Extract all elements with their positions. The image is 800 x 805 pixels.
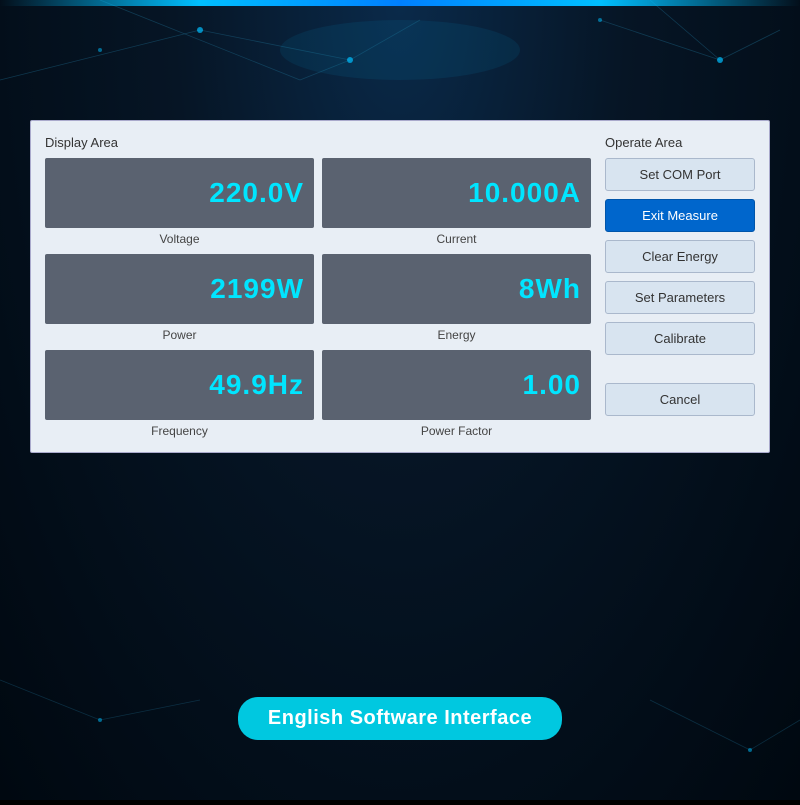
display-area: Display Area 220.0V Voltage 10.000A Curr… — [45, 135, 591, 438]
frequency-label: Frequency — [151, 424, 208, 438]
exit-measure-button[interactable]: Exit Measure — [605, 199, 755, 232]
voltage-label: Voltage — [159, 232, 199, 246]
operate-area: Operate Area Set COM Port Exit Measure C… — [605, 135, 755, 438]
set-parameters-button[interactable]: Set Parameters — [605, 281, 755, 314]
frequency-cell: 49.9Hz Frequency — [45, 350, 314, 438]
cancel-button[interactable]: Cancel — [605, 383, 755, 416]
button-spacer — [605, 363, 755, 375]
bottom-label-container: English Software Interface — [0, 697, 800, 740]
energy-label: Energy — [437, 328, 475, 342]
current-value: 10.000A — [468, 177, 581, 209]
power-display: 2199W — [45, 254, 314, 324]
energy-cell: 8Wh Energy — [322, 254, 591, 342]
voltage-value: 220.0V — [209, 177, 304, 209]
energy-value: 8Wh — [519, 273, 581, 305]
current-display: 10.000A — [322, 158, 591, 228]
energy-display: 8Wh — [322, 254, 591, 324]
main-panel: Display Area 220.0V Voltage 10.000A Curr… — [30, 120, 770, 453]
set-com-port-button[interactable]: Set COM Port — [605, 158, 755, 191]
current-cell: 10.000A Current — [322, 158, 591, 246]
power-factor-value: 1.00 — [523, 369, 582, 401]
frequency-value: 49.9Hz — [209, 369, 304, 401]
bottom-label: English Software Interface — [238, 697, 562, 740]
voltage-display: 220.0V — [45, 158, 314, 228]
display-area-title: Display Area — [45, 135, 591, 150]
power-value: 2199W — [210, 273, 304, 305]
power-cell: 2199W Power — [45, 254, 314, 342]
power-label: Power — [162, 328, 196, 342]
operate-area-title: Operate Area — [605, 135, 755, 150]
background: Display Area 220.0V Voltage 10.000A Curr… — [0, 0, 800, 800]
power-factor-label: Power Factor — [421, 424, 492, 438]
metrics-grid: 220.0V Voltage 10.000A Current 2199W — [45, 158, 591, 438]
power-factor-display: 1.00 — [322, 350, 591, 420]
current-label: Current — [436, 232, 476, 246]
voltage-cell: 220.0V Voltage — [45, 158, 314, 246]
calibrate-button[interactable]: Calibrate — [605, 322, 755, 355]
power-factor-cell: 1.00 Power Factor — [322, 350, 591, 438]
frequency-display: 49.9Hz — [45, 350, 314, 420]
clear-energy-button[interactable]: Clear Energy — [605, 240, 755, 273]
operate-buttons: Set COM Port Exit Measure Clear Energy S… — [605, 158, 755, 416]
top-glow-bar — [0, 0, 800, 6]
